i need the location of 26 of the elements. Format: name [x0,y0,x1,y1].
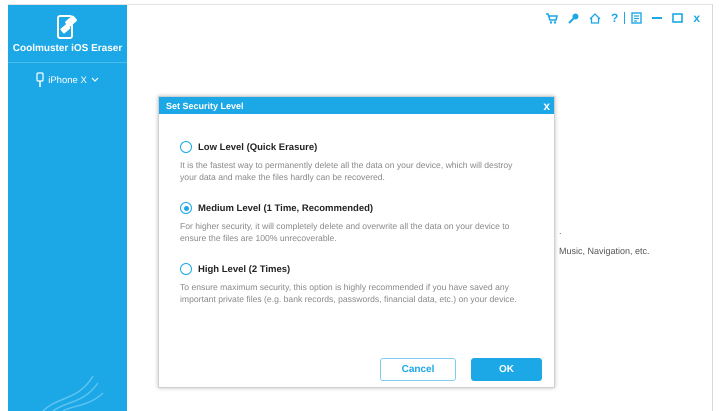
level-option[interactable]: Medium Level (1 Time, Recommended) [180,202,524,214]
chevron-down-icon[interactable] [90,77,99,83]
level-description: To ensure maximum security, this option is highly recommended if you have saved any important private files (e.g. bank records, passwords, financial data, etc.) on your device. [180,282,518,305]
dialog-close-button[interactable]: x [543,98,550,112]
level-description: It is the fastest way to permanently delete all the data on your device, which will destroy your data and make the files hardly can be recovered. [180,160,514,183]
level-option[interactable]: High Level (2 Times) [180,263,524,275]
radio-button[interactable] [180,202,192,214]
radio-button[interactable] [180,141,192,153]
usb-cable-icon [36,72,44,88]
feedback-icon[interactable] [631,12,642,24]
ok-button[interactable]: OK [471,358,542,381]
close-button[interactable]: x [693,11,700,25]
level-description: For higher security, it will completely delete and overwrite all the data on your device to ensure the files are 100% unrecoverable. [180,221,510,244]
app-name: Coolmuster iOS Eraser [12,43,122,56]
level-option[interactable]: Low Level (Quick Erasure) [180,141,524,153]
cancel-button[interactable]: Cancel [380,358,456,381]
dialog-title: Set Security Level [166,100,244,110]
background-text: Music, Navigation, etc. [559,246,650,256]
key-icon[interactable] [568,12,579,24]
help-button[interactable]: ? [610,11,618,25]
cart-icon[interactable] [546,12,558,24]
radio-button[interactable] [180,263,192,275]
maximize-icon[interactable] [672,13,684,23]
home-icon[interactable] [588,12,601,24]
background-text: . [559,226,562,236]
device-name[interactable]: iPhone X [48,74,87,86]
